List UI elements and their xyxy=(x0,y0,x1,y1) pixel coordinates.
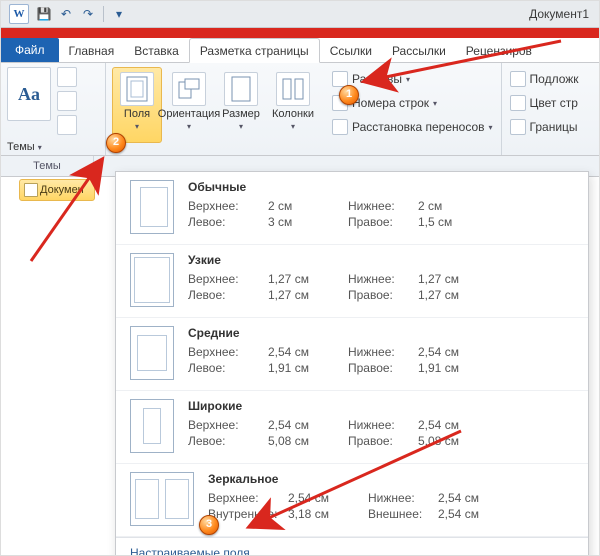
margins-thumb-icon xyxy=(130,472,194,526)
margins-option-values: Верхнее:2 смНижнее:2 смЛевое:3 смПравое:… xyxy=(188,198,478,230)
size-button[interactable]: Размер▾ xyxy=(216,67,266,143)
theme-colors-icon[interactable] xyxy=(57,67,77,87)
margins-thumb-icon xyxy=(130,180,174,234)
callout-3: 3 xyxy=(199,515,219,535)
ribbon-tabs: Файл Главная Вставка Разметка страницы С… xyxy=(1,38,599,63)
app-icon: W xyxy=(9,4,29,24)
save-icon[interactable]: 💾 xyxy=(35,5,53,23)
page-borders-icon xyxy=(510,119,526,135)
hyphenation-button[interactable]: Расстановка переносов▾ xyxy=(330,117,495,137)
margins-dropdown: Обычные Верхнее:2 смНижнее:2 смЛевое:3 см… xyxy=(115,171,589,556)
margins-option[interactable]: Обычные Верхнее:2 смНижнее:2 смЛевое:3 см… xyxy=(116,172,588,245)
margins-option-name: Обычные xyxy=(188,180,574,194)
page-color-button[interactable]: Цвет стр xyxy=(508,93,581,113)
undo-icon[interactable]: ↶ xyxy=(57,5,75,23)
tab-mailings[interactable]: Рассылки xyxy=(382,39,456,62)
margins-custom-label: Настраиваемые поля... xyxy=(130,546,260,556)
tab-references[interactable]: Ссылки xyxy=(320,39,382,62)
margins-option-name: Широкие xyxy=(188,399,574,413)
columns-icon xyxy=(276,72,310,106)
theme-effects-icon[interactable] xyxy=(57,115,77,135)
margins-option-name: Узкие xyxy=(188,253,574,267)
callout-1: 1 xyxy=(339,85,359,105)
page-borders-button[interactable]: Границы xyxy=(508,117,581,137)
tab-review[interactable]: Рецензиров xyxy=(456,39,542,62)
themes-button-label[interactable]: Темы ▾ xyxy=(7,141,99,153)
margins-option-meta: Узкие Верхнее:1,27 смНижнее:1,27 смЛевое:… xyxy=(188,253,574,303)
margins-custom[interactable]: Настраиваемые поля... xyxy=(116,537,588,556)
margins-option[interactable]: Широкие Верхнее:2,54 смНижнее:2,54 смЛево… xyxy=(116,391,588,464)
margins-option-meta: Зеркальное Верхнее:2,54 смНижнее:2,54 смВ… xyxy=(208,472,574,522)
hyphenation-icon xyxy=(332,119,348,135)
watermark-button[interactable]: Подложк xyxy=(508,69,581,89)
watermark-icon xyxy=(510,71,526,87)
ribbon: Aa Темы ▾ Поля▾ Ориентация▾ xyxy=(1,63,599,156)
orientation-icon xyxy=(172,72,206,106)
margins-option-meta: Широкие Верхнее:2,54 смНижнее:2,54 смЛево… xyxy=(188,399,574,449)
themes-icon: Aa xyxy=(7,67,51,121)
margins-option-name: Средние xyxy=(188,326,574,340)
group-themes: Aa Темы ▾ xyxy=(1,63,106,155)
margins-thumb-icon xyxy=(130,399,174,453)
document-chip[interactable]: Докумен xyxy=(19,179,95,201)
margins-thumb-icon xyxy=(130,253,174,307)
size-icon xyxy=(224,72,258,106)
margins-option-values: Верхнее:2,54 смНижнее:2,54 смВнутреннее:… xyxy=(208,490,498,522)
margins-button[interactable]: Поля▾ xyxy=(112,67,162,143)
page-color-icon xyxy=(510,95,526,111)
annotation-stripe xyxy=(1,28,599,38)
margins-option[interactable]: Зеркальное Верхнее:2,54 смНижнее:2,54 смВ… xyxy=(116,464,588,537)
margins-option-meta: Средние Верхнее:2,54 смНижнее:2,54 смЛево… xyxy=(188,326,574,376)
group-label-themes: Темы xyxy=(1,156,94,176)
margins-option[interactable]: Узкие Верхнее:1,27 смНижнее:1,27 смЛевое:… xyxy=(116,245,588,318)
tab-file[interactable]: Файл xyxy=(1,38,59,62)
theme-fonts-icon[interactable] xyxy=(57,91,77,111)
tab-home[interactable]: Главная xyxy=(59,39,125,62)
tab-insert[interactable]: Вставка xyxy=(124,39,189,62)
margins-icon xyxy=(120,72,154,106)
qat-customize-icon[interactable]: ▾ xyxy=(110,5,128,23)
margins-option-values: Верхнее:1,27 смНижнее:1,27 смЛевое:1,27 … xyxy=(188,271,478,303)
orientation-button[interactable]: Ориентация▾ xyxy=(164,67,214,143)
group-page-setup: Поля▾ Ориентация▾ Размер▾ Колонки▾ xyxy=(106,63,324,155)
margins-option-values: Верхнее:2,54 смНижнее:2,54 смЛевое:1,91 … xyxy=(188,344,478,376)
margins-option-values: Верхнее:2,54 смНижнее:2,54 смЛевое:5,08 … xyxy=(188,417,478,449)
document-title: Документ1 xyxy=(529,1,589,27)
tab-page-layout[interactable]: Разметка страницы xyxy=(189,38,320,63)
margins-thumb-icon xyxy=(130,326,174,380)
group-page-setup-small: Разрывы▾ Номера строк▾ Расстановка перен… xyxy=(324,63,502,155)
columns-button[interactable]: Колонки▾ xyxy=(268,67,318,143)
qat-separator xyxy=(103,6,104,22)
title-bar: W 💾 ↶ ↷ ▾ Документ1 xyxy=(1,1,599,28)
margins-option-name: Зеркальное xyxy=(208,472,574,486)
margins-option-meta: Обычные Верхнее:2 смНижнее:2 смЛевое:3 см… xyxy=(188,180,574,230)
group-page-background: Подложк Цвет стр Границы xyxy=(502,63,587,155)
redo-icon[interactable]: ↷ xyxy=(79,5,97,23)
margins-option[interactable]: Средние Верхнее:2,54 смНижнее:2,54 смЛево… xyxy=(116,318,588,391)
callout-2: 2 xyxy=(106,133,126,153)
